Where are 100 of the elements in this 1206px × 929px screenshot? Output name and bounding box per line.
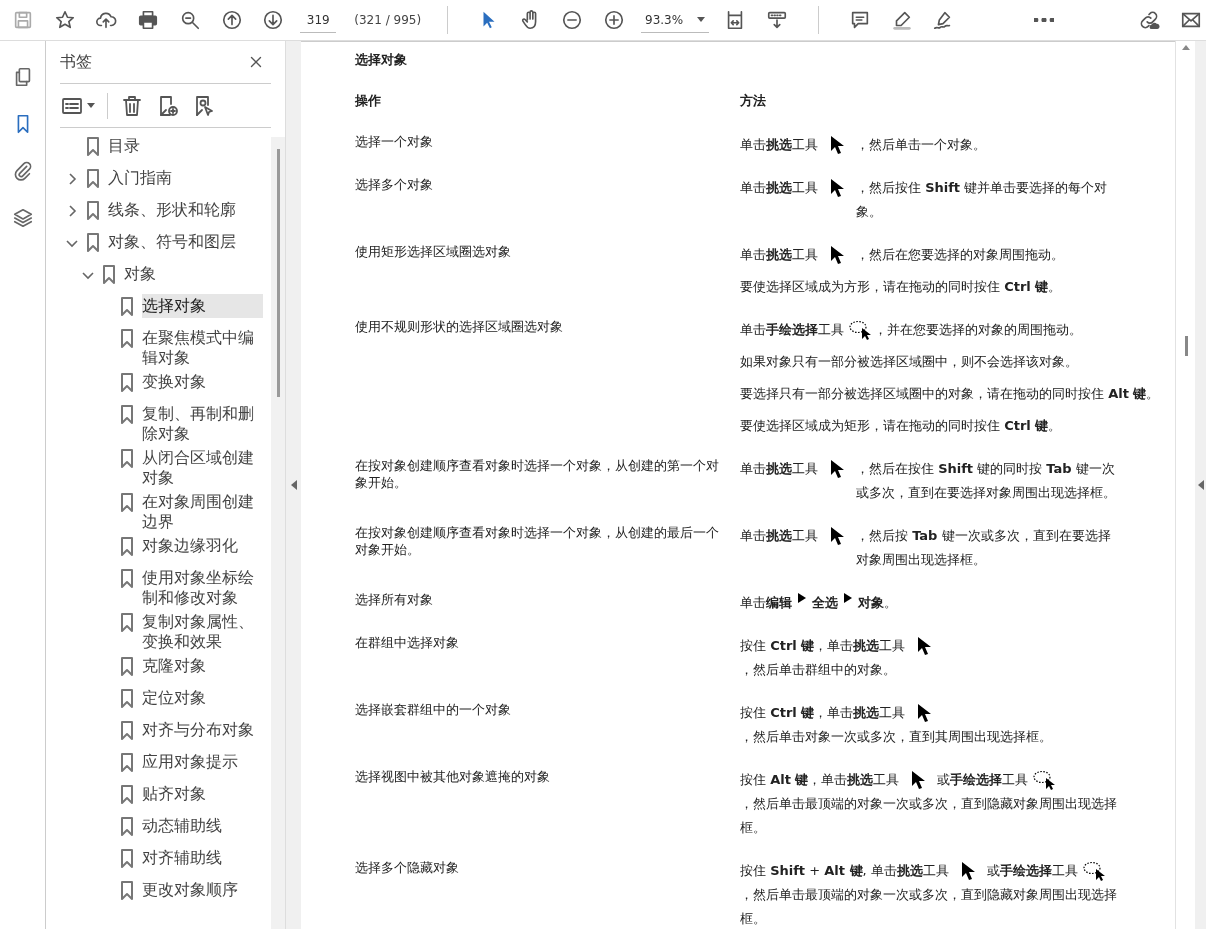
scroll-up-icon [1182,45,1190,51]
method-text: 要选择只有一部分被选择区域圈中的对象，请在拖动的同时按住 Alt 键。 [740,384,1160,403]
lasso-pointer-icon [1032,769,1057,790]
bookmark-icon [120,297,134,318]
lasso-pointer-icon [1081,860,1106,881]
pointer-icon [830,244,846,265]
caret-icon [87,103,95,109]
collapse-panel-handle[interactable] [285,41,301,929]
method-text: 要使选择区域成为矩形，请在拖动的同时按住 Ctrl 键。 [740,416,1062,435]
pointer-icon [960,860,977,881]
method-text: 单击手绘选择工具 [740,320,844,339]
print-icon [137,9,160,32]
bookmark-item[interactable]: 贴齐对象 [142,782,263,807]
bookmark-item[interactable]: 入门指南 [108,166,263,191]
bookmark-icon [86,137,100,158]
bookmark-icon [120,721,134,742]
bookmark-item[interactable]: 线条、形状和轮廓 [108,198,263,223]
method-text: 按住 Shift + Alt 键, 单击挑选工具 [740,861,949,880]
bookmark-icon [120,613,134,634]
page-count: (321 / 995) [354,12,422,30]
bookmark-item[interactable]: 使用对象坐标绘制和修改对象 [142,566,263,611]
bookmark-item[interactable]: 更改对象顺序 [142,878,263,903]
method-text: 按住 Ctrl 键，单击挑选工具 [740,636,906,655]
bookmark-item[interactable]: 对象、符号和图层 [108,230,263,255]
method-text: 或手绘选择工具 [986,861,1078,880]
method-text: 或手绘选择工具 [937,770,1029,789]
scrollbar-thumb[interactable] [1185,336,1188,357]
action-text: 选择一个对象 [355,132,434,151]
expand-right-panel-handle[interactable] [1195,41,1206,929]
highlighter-icon [890,9,913,32]
column-header: 操作 [355,91,382,109]
caret-icon [696,17,705,23]
bookmark-icon [120,753,134,774]
zoom-dropdown[interactable]: 93.3% [641,7,709,34]
method-text: ，并在您要选择的对象的周围拖动。 [874,320,1083,339]
method-text: ，然后按 Tab 键一次或多次，直到在要选择对象周围出现选择框。 [856,526,1112,569]
scrollbar[interactable] [271,137,285,929]
method-text: 要使选择区域成为方形，请在拖动的同时按住 Ctrl 键。 [740,277,1062,296]
pointer-icon [830,525,846,546]
method-text: ，然后在您要选择的对象周围拖动。 [856,245,1065,264]
triangle-left-icon [1197,480,1204,491]
bookmark-item[interactable]: 从闭合区域创建对象 [142,446,263,491]
bookmark-item[interactable]: 在聚焦模式中编辑对象 [142,326,263,371]
more-icon [1033,18,1054,23]
section-title: 选择对象 [355,51,408,70]
bookmark-icon [86,169,100,190]
bookmark-item[interactable]: 动态辅助线 [142,814,263,839]
bookmark-icon [102,265,116,286]
method-text: 单击挑选工具 [740,459,818,478]
bookmark-item[interactable]: 对齐辅助线 [142,846,263,871]
method-text: ，然后按住 Shift 键并单击要选择的每个对象。 [856,178,1109,221]
bookmark-icon [120,817,134,838]
triangle-right-icon [844,592,852,603]
bookmark-item[interactable]: 复制对象属性、变换和效果 [142,610,263,655]
bookmark-item[interactable]: 选择对象 [142,294,263,319]
zoom-out-icon [561,9,584,32]
method-text: 如果对象只有一部分被选择区域圈中，则不会选择该对象。 [740,352,1078,371]
method-text: 单击编辑 [740,593,792,612]
bookmark-icon [86,201,100,222]
bookmark-icon [120,689,134,710]
action-text: 在群组中选择对象 [355,633,460,652]
delete-button[interactable] [120,93,144,118]
bookmark-item[interactable]: 应用对象提示 [142,750,263,775]
bookmark-icon [120,329,134,350]
action-text: 使用不规则形状的选择区域圈选对象 [355,317,564,336]
method-text: ，然后单击群组中的对象。 [740,660,897,679]
zoom-in-icon [603,9,626,32]
bookmark-item[interactable]: 对象 [124,262,263,287]
method-text: 单击挑选工具 [740,178,818,197]
method-text: 按住 Alt 键，单击挑选工具 [740,770,900,789]
method-text: 按住 Ctrl 键，单击挑选工具 [740,703,906,722]
action-text: 使用矩形选择区域圈选对象 [355,242,512,261]
method-text: ，然后在按住 Shift 键的同时按 Tab 键一次或多次，直到在要选择对象周围出现选择框。 [856,459,1117,502]
bookmark-icon [120,537,134,558]
bookmark-icon [120,373,134,394]
bookmark-item[interactable]: 克隆对象 [142,654,263,679]
panel-title: 书签 [60,51,92,74]
layers-icon [11,207,34,230]
action-text: 在按对象创建顺序查看对象时选择一个对象，从创建的最后一个对象开始。 [355,523,720,559]
bookmark-icon [120,881,134,902]
bookmark-item[interactable]: 复制、再制和删除对象 [142,402,263,447]
bookmark-icon [120,657,134,678]
bookmark-item[interactable]: 变换对象 [142,370,263,395]
bookmark-icon [120,849,134,870]
scrollbar-thumb[interactable] [277,149,280,398]
bookmark-item[interactable]: 目录 [108,134,263,159]
bookmark-item[interactable]: 定位对象 [142,686,263,711]
method-text: ，然后单击对象一次或多次，直到其周围出现选择框。 [740,727,1053,746]
bookmark-item[interactable]: 对齐与分布对象 [142,718,263,743]
action-text: 选择视图中被其他对象遮掩的对象 [355,767,551,786]
share-link-icon [1138,9,1161,32]
pointer-icon [830,134,846,155]
bookmark-icon [120,449,134,470]
method-text: ，然后单击一个对象。 [856,135,987,154]
bookmark-icon [120,785,134,806]
action-text: 在按对象创建顺序查看对象时选择一个对象，从创建的第一个对象开始。 [355,456,720,492]
bookmark-item[interactable]: 在对象周围创建边界 [142,490,263,535]
next-page-icon [262,9,285,32]
bookmark-item[interactable]: 对象边缘羽化 [142,534,263,559]
column-header: 方法 [740,91,767,109]
